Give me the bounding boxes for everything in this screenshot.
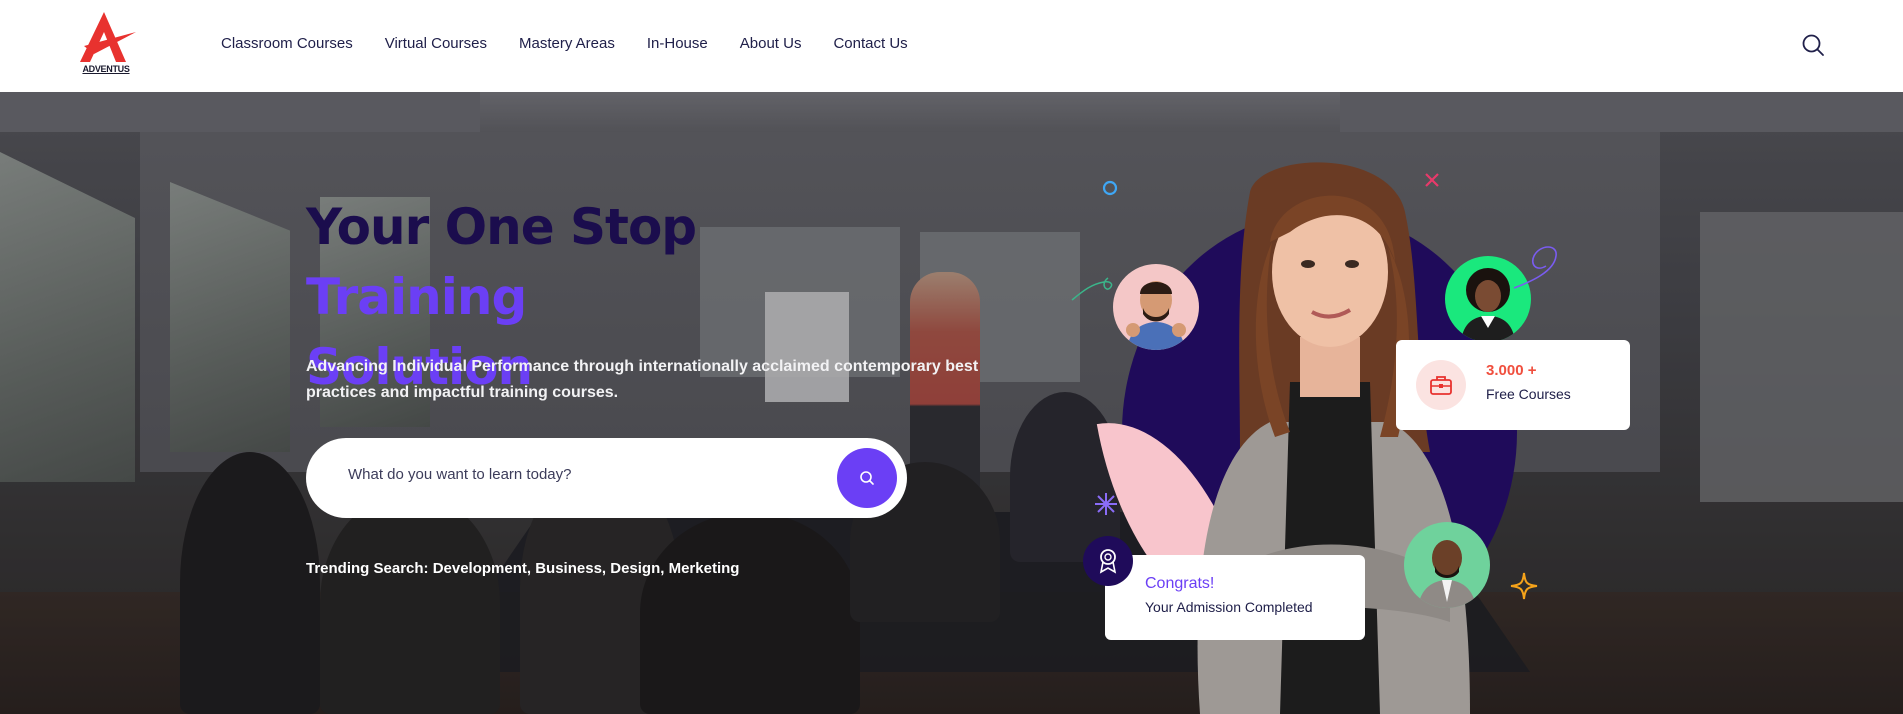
award-icon [1083, 536, 1133, 586]
logo-mark-icon [80, 12, 136, 62]
courses-count: 3.000 + [1486, 362, 1537, 379]
course-search-input[interactable] [348, 466, 788, 483]
ring-decoration-icon [1102, 180, 1118, 196]
logo-text: ADVENTUS [82, 64, 130, 74]
nav-item-contact-us[interactable]: Contact Us [833, 35, 907, 52]
nav-item-in-house[interactable]: In-House [647, 35, 708, 52]
nav-item-virtual-courses[interactable]: Virtual Courses [385, 35, 487, 52]
site-header: ADVENTUS Classroom Courses Virtual Cours… [0, 0, 1903, 92]
briefcase-icon [1416, 360, 1466, 410]
nav-item-about-us[interactable]: About Us [740, 35, 802, 52]
congrats-title: Congrats! [1145, 575, 1215, 592]
loop-decoration-icon [1513, 246, 1557, 289]
course-search-button[interactable] [837, 448, 897, 508]
courses-label: Free Courses [1486, 386, 1571, 402]
cross-decoration-icon [1425, 173, 1439, 187]
star-decoration-icon [1510, 572, 1538, 600]
hero-subtitle: Advancing Individual Performance through… [306, 358, 979, 401]
congrats-card: Congrats! Your Admission Completed [1105, 555, 1365, 640]
nav-item-mastery-areas[interactable]: Mastery Areas [519, 35, 615, 52]
hero-title-highlight: Training [306, 268, 527, 326]
logo[interactable]: ADVENTUS [74, 10, 138, 78]
main-nav: Classroom Courses Virtual Courses Master… [221, 0, 940, 86]
hero-title-dark: Your One Stop [306, 198, 697, 256]
sparkle-decoration-icon [1095, 493, 1117, 515]
avatar [1404, 522, 1490, 608]
hero-section: Your One Stop Training Solution Advancin… [0, 92, 1903, 714]
nav-item-classroom-courses[interactable]: Classroom Courses [221, 35, 353, 52]
free-courses-card: 3.000 + Free Courses [1396, 340, 1630, 430]
search-icon[interactable] [1801, 33, 1825, 57]
congrats-subtitle: Your Admission Completed [1145, 599, 1313, 615]
squiggle-decoration-icon [1071, 277, 1113, 301]
trending-search: Trending Search: Development, Business, … [306, 560, 740, 577]
search-icon [860, 471, 874, 485]
avatar [1113, 264, 1199, 350]
course-search [306, 438, 907, 518]
